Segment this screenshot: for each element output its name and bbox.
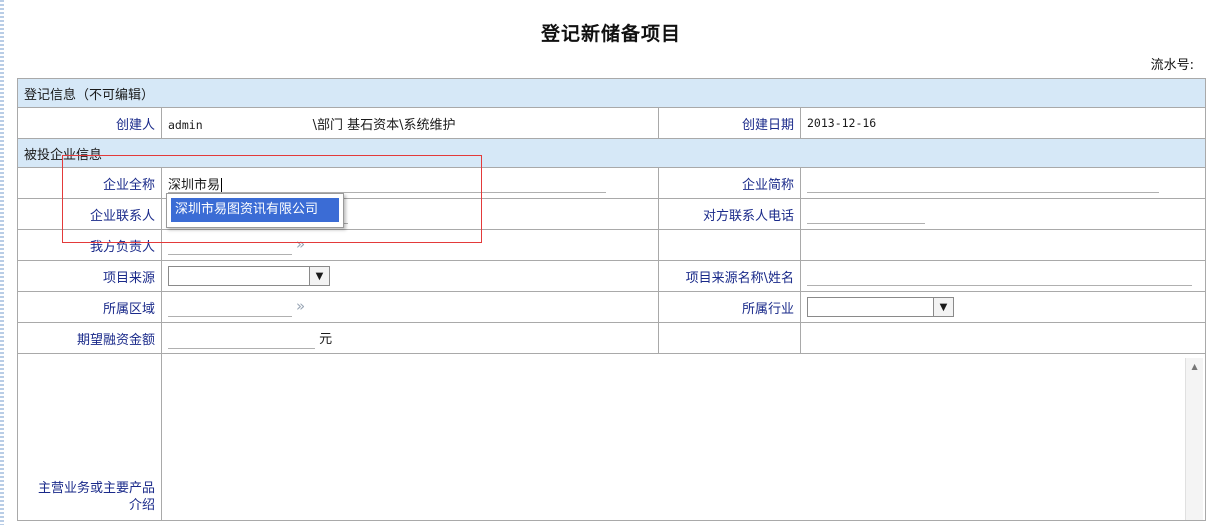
autocomplete-option[interactable]: 深圳市易图资讯有限公司 xyxy=(171,198,339,222)
row-business: 主营业务或主要产品 介绍 ▲ xyxy=(17,353,1206,521)
project-form: 登记信息（不可编辑） 创建人 admin \部门 基石资本\系统维护 创建日期 2… xyxy=(16,78,1206,521)
business-label: 主营业务或主要产品 介绍 xyxy=(17,353,162,521)
business-label-line2: 介绍 xyxy=(128,498,155,513)
row-source: 项目来源 ▼ 项目来源名称\姓名 xyxy=(17,260,1206,292)
source-name-input[interactable] xyxy=(807,267,1192,286)
business-label-line1: 主营业务或主要产品 xyxy=(37,481,155,496)
owner-label: 我方负责人 xyxy=(17,229,162,261)
create-date-value: 2013-12-16 xyxy=(799,107,1206,139)
creator-value: admin xyxy=(168,117,203,132)
company-short-name-label: 企业简称 xyxy=(658,167,801,199)
source-name-label: 项目来源名称\姓名 xyxy=(658,260,801,292)
create-date-label: 创建日期 xyxy=(658,107,801,139)
financing-label: 期望融资金额 xyxy=(17,322,162,354)
department-value: \部门 基石资本\系统维护 xyxy=(312,117,456,133)
empty-cell xyxy=(799,229,1206,261)
row-financing: 期望融资金额 元 xyxy=(17,322,1206,354)
chevron-down-icon[interactable]: ▼ xyxy=(309,267,329,285)
section-registration: 登记信息（不可编辑） xyxy=(16,78,1206,108)
double-chevron-right-icon[interactable]: » xyxy=(296,235,305,253)
industry-cell: ▼ xyxy=(799,291,1206,323)
company-short-name-cell xyxy=(799,167,1206,199)
company-full-name-value: 深圳市易 xyxy=(168,177,221,193)
contact-phone-input[interactable] xyxy=(807,205,925,224)
section-company-title: 被投企业信息 xyxy=(16,138,1206,168)
autocomplete-dropdown: 深圳市易图资讯有限公司 xyxy=(166,193,344,228)
empty-cell xyxy=(658,229,801,261)
industry-label: 所属行业 xyxy=(658,291,801,323)
text-caret xyxy=(221,178,223,192)
company-short-name-input[interactable] xyxy=(807,174,1159,193)
empty-cell xyxy=(658,322,801,354)
empty-cell xyxy=(799,322,1206,354)
owner-input[interactable] xyxy=(168,236,292,255)
company-full-name-input[interactable]: 深圳市易 xyxy=(168,174,606,193)
page-title: 登记新储备项目 xyxy=(540,23,681,45)
financing-input[interactable] xyxy=(168,330,315,349)
section-registration-title: 登记信息（不可编辑） xyxy=(16,78,1206,108)
source-name-cell xyxy=(799,260,1206,292)
creator-label: 创建人 xyxy=(17,107,162,139)
chevron-down-icon[interactable]: ▼ xyxy=(933,298,953,316)
financing-unit: 元 xyxy=(319,331,333,347)
owner-cell: » xyxy=(161,229,659,261)
serial-label: 流水号: xyxy=(1150,58,1194,73)
source-label: 项目来源 xyxy=(17,260,162,292)
financing-cell: 元 xyxy=(161,322,659,354)
company-contact-label: 企业联系人 xyxy=(17,198,162,230)
double-chevron-right-icon[interactable]: » xyxy=(296,297,305,315)
region-input[interactable] xyxy=(168,298,292,317)
region-cell: » xyxy=(161,291,659,323)
textarea-scrollbar[interactable]: ▲ xyxy=(1185,358,1204,520)
contact-phone-cell xyxy=(799,198,1206,230)
serial-number: 流水号: xyxy=(1151,54,1196,73)
left-frame-rail xyxy=(0,0,4,525)
source-select[interactable]: ▼ xyxy=(168,266,330,286)
region-label: 所属区域 xyxy=(17,291,162,323)
industry-select[interactable]: ▼ xyxy=(807,297,954,317)
row-region: 所属区域 » 所属行业 ▼ xyxy=(17,291,1206,323)
business-textarea[interactable]: ▲ xyxy=(160,353,1206,521)
source-cell: ▼ xyxy=(161,260,659,292)
row-owner: 我方负责人 » xyxy=(17,229,1206,261)
company-full-name-label: 企业全称 xyxy=(17,167,162,199)
row-creator: 创建人 admin \部门 基石资本\系统维护 创建日期 2013-12-16 xyxy=(17,107,1206,139)
triangle-up-icon[interactable]: ▲ xyxy=(1186,358,1203,375)
section-company: 被投企业信息 xyxy=(16,138,1206,168)
contact-phone-label: 对方联系人电话 xyxy=(658,198,801,230)
creator-cell: admin \部门 基石资本\系统维护 xyxy=(161,107,659,139)
